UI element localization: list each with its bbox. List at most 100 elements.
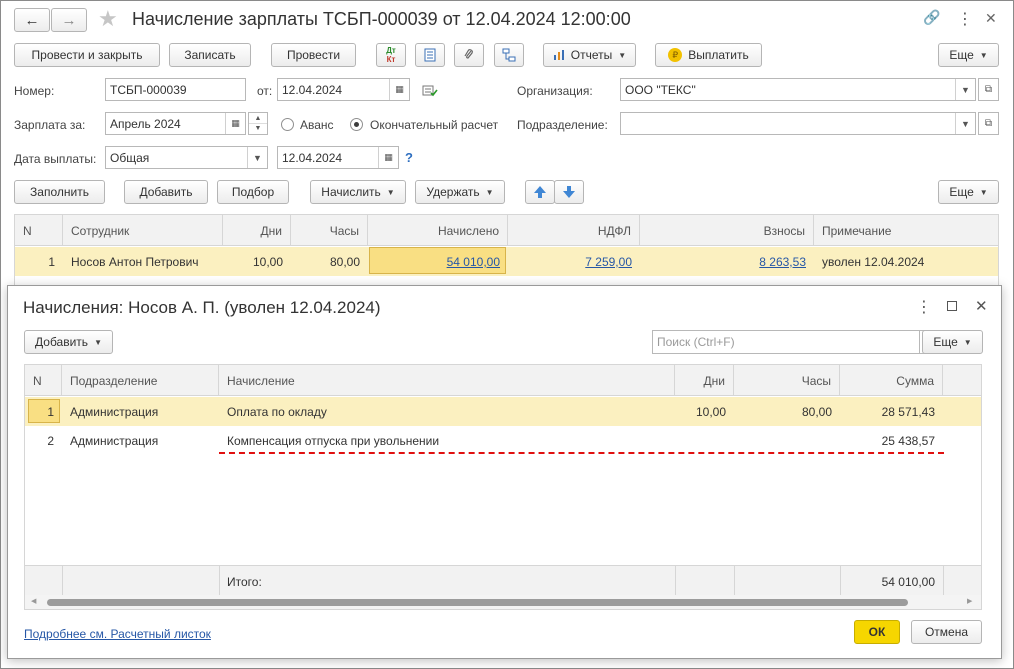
row-accrued[interactable]: 54 010,00	[368, 247, 508, 275]
move-down-icon[interactable]	[554, 180, 584, 204]
row-hours: 80,00	[801, 405, 832, 419]
col-contrib[interactable]: Взносы	[640, 215, 814, 246]
calendar-icon[interactable]: ▦	[225, 113, 245, 134]
annotation-dashed-underline	[219, 452, 944, 454]
dialog-close-icon[interactable]: ✕	[975, 297, 988, 315]
move-up-icon[interactable]	[525, 180, 555, 204]
close-icon[interactable]: ✕	[985, 10, 997, 27]
salary-month-field[interactable]: Апрель 2024 ▦	[105, 112, 246, 135]
advance-radio[interactable]	[281, 118, 294, 131]
dialog-menu-icon[interactable]: ⋮	[916, 297, 932, 317]
table-row[interactable]: 2 Администрация Компенсация отпуска при …	[25, 426, 981, 455]
table-row[interactable]: 1 Носов Антон Петрович 10,00 80,00 54 01…	[15, 247, 998, 276]
scrollbar-thumb[interactable]	[47, 599, 908, 606]
pay-label: Выплатить	[688, 48, 749, 62]
reports-label: Отчеты	[570, 48, 613, 62]
stepper-up-icon[interactable]: ▲	[249, 113, 267, 124]
favorite-star-icon[interactable]: ★	[98, 6, 118, 32]
accruals-table: N Подразделение Начисление Дни Часы Сумм…	[24, 364, 982, 610]
horizontal-scrollbar[interactable]: ◀ ▶	[25, 595, 981, 609]
row-n: 1	[47, 405, 54, 419]
table-more-button[interactable]: Еще ▼	[938, 180, 999, 204]
select-button[interactable]: Подбор	[217, 180, 289, 204]
row-contrib[interactable]: 8 263,53	[640, 247, 814, 275]
col-note[interactable]: Примечание	[814, 215, 998, 246]
col-accrued[interactable]: Начислено	[368, 215, 508, 246]
table-row[interactable]: 1 Администрация Оплата по окладу 10,00 8…	[25, 397, 981, 426]
organization-field[interactable]: ООО "ТЕКС" ▼	[620, 78, 976, 101]
withhold-button[interactable]: Удержать ▼	[415, 180, 505, 204]
total-label: Итого:	[227, 575, 262, 589]
dt-kt-icon[interactable]: Дт Кт	[376, 43, 406, 67]
document-window: ← → ★ Начисление зарплаты ТСБП-000039 от…	[0, 0, 1014, 669]
chevron-down-icon[interactable]: ▼	[955, 113, 975, 134]
chevron-down-icon[interactable]: ▼	[955, 79, 975, 100]
advance-radio-label: Аванс	[300, 118, 334, 132]
structure-icon[interactable]	[494, 43, 524, 67]
payment-date-kind-field[interactable]: Общая ▼	[105, 146, 268, 169]
dialog-more-button[interactable]: Еще ▼	[922, 330, 983, 354]
col-employee[interactable]: Сотрудник	[63, 215, 223, 246]
calendar-icon[interactable]: ▦	[389, 79, 409, 100]
scroll-left-icon[interactable]: ◀	[31, 597, 36, 605]
help-icon[interactable]: ?	[405, 150, 413, 165]
col-n[interactable]: N	[15, 215, 63, 246]
register-list-icon[interactable]	[415, 43, 445, 67]
dialog-add-button[interactable]: Добавить ▼	[24, 330, 113, 354]
total-sum: 54 010,00	[881, 575, 935, 589]
col-days[interactable]: Дни	[223, 215, 291, 246]
col-accrual[interactable]: Начисление	[219, 365, 675, 396]
accrued-link[interactable]: 54 010,00	[447, 255, 500, 269]
link-icon[interactable]: 🔗	[923, 9, 940, 26]
pay-button[interactable]: ₽ Выплатить	[655, 43, 762, 67]
calendar-icon[interactable]: ▦	[378, 147, 398, 168]
row-ndfl[interactable]: 7 259,00	[508, 247, 640, 275]
scroll-right-icon[interactable]: ▶	[967, 597, 972, 605]
add-row-button[interactable]: Добавить	[124, 180, 208, 204]
salary-for-label: Зарплата за:	[14, 118, 86, 132]
col-n[interactable]: N	[25, 365, 62, 396]
maximize-icon[interactable]	[947, 301, 957, 311]
dialog-add-label: Добавить	[35, 335, 89, 349]
cancel-button[interactable]: Отмена	[911, 620, 982, 644]
ok-button[interactable]: ОК	[854, 620, 900, 644]
fill-button[interactable]: Заполнить	[14, 180, 105, 204]
col-hours[interactable]: Часы	[734, 365, 840, 396]
payment-date-field[interactable]: 12.04.2024 ▦	[277, 146, 399, 169]
post-and-close-button[interactable]: Провести и закрыть	[14, 43, 160, 67]
ruble-coin-icon: ₽	[668, 48, 683, 62]
col-days[interactable]: Дни	[675, 365, 734, 396]
col-ndfl[interactable]: НДФЛ	[508, 215, 640, 246]
col-department[interactable]: Подразделение	[62, 365, 219, 396]
more-menu-icon[interactable]: ⋮	[957, 9, 973, 29]
reports-button[interactable]: Отчеты ▼	[543, 43, 636, 67]
col-sum[interactable]: Сумма	[840, 365, 943, 396]
department-field[interactable]: ▼	[620, 112, 976, 135]
document-date-field[interactable]: 12.04.2024 ▦	[277, 78, 410, 101]
more-button[interactable]: Еще ▼	[938, 43, 999, 67]
table-header: N Сотрудник Дни Часы Начислено НДФЛ Взно…	[15, 215, 998, 246]
organization-value: ООО "ТЕКС"	[625, 83, 696, 97]
open-department-icon[interactable]: ⧉	[978, 112, 999, 135]
ndfl-link[interactable]: 7 259,00	[585, 255, 632, 269]
contrib-link[interactable]: 8 263,53	[759, 255, 806, 269]
back-button[interactable]: ←	[14, 8, 50, 32]
save-button[interactable]: Записать	[169, 43, 251, 67]
search-input[interactable]: Поиск (Ctrl+F)	[652, 330, 920, 354]
totals-row: Итого: 54 010,00	[25, 565, 981, 596]
accrue-button[interactable]: Начислить ▼	[310, 180, 406, 204]
row-department: Администрация	[70, 405, 159, 419]
payslip-link[interactable]: Подробнее см. Расчетный листок	[24, 627, 211, 641]
col-hours[interactable]: Часы	[291, 215, 368, 246]
forward-button[interactable]: →	[51, 8, 87, 32]
chevron-down-icon[interactable]: ▼	[247, 147, 267, 168]
open-organization-icon[interactable]: ⧉	[978, 78, 999, 101]
final-calc-radio[interactable]	[350, 118, 363, 131]
row-n: 2	[47, 434, 54, 448]
month-stepper[interactable]: ▲ ▼	[248, 112, 268, 135]
number-field[interactable]: ТСБП-000039	[105, 78, 246, 101]
payment-date-label: Дата выплаты:	[14, 152, 97, 166]
attachment-icon[interactable]	[454, 43, 484, 67]
stepper-down-icon[interactable]: ▼	[249, 124, 267, 134]
post-button[interactable]: Провести	[271, 43, 356, 67]
